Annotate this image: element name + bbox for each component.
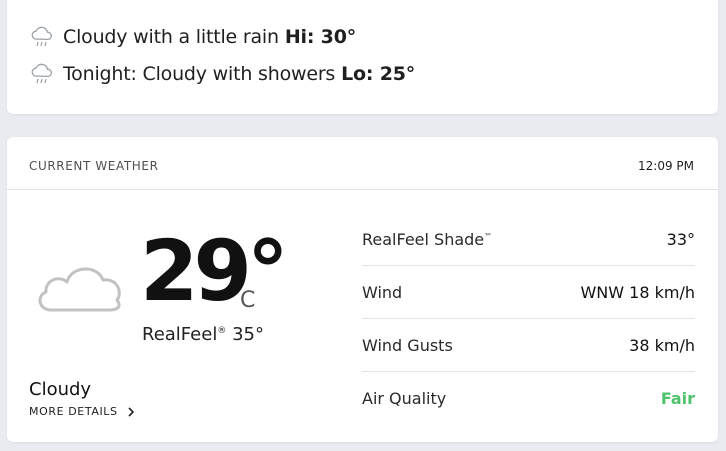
- detail-label: Air Quality: [362, 388, 447, 408]
- detail-row-realfeel-shade: RealFeel Shade™ 33°: [362, 213, 695, 266]
- current-weather-title: CURRENT WEATHER: [29, 159, 159, 173]
- today-forecast-card: Cloudy with a little rain Hi: 30° Tonigh…: [7, 0, 718, 114]
- detail-value: WNW 18 km/h: [580, 282, 695, 302]
- current-weather-card[interactable]: CURRENT WEATHER 12:09 PM 29° C RealFeel®…: [7, 137, 718, 442]
- condition-text: Cloudy: [29, 379, 92, 400]
- detail-label: Wind: [362, 282, 403, 302]
- cloud-icon: [33, 258, 125, 316]
- detail-label: RealFeel Shade™: [362, 229, 493, 249]
- realfeel-label: RealFeel: [142, 324, 218, 345]
- weather-details-list: RealFeel Shade™ 33° Wind WNW 18 km/h Win…: [362, 213, 695, 424]
- rain-cloud-icon: [29, 26, 55, 48]
- chevron-right-icon: [126, 406, 136, 418]
- current-weather-time: 12:09 PM: [638, 159, 694, 173]
- temperature-unit: C: [240, 288, 256, 313]
- air-quality-value: Fair: [660, 388, 695, 408]
- realfeel-line: RealFeel® 35°: [142, 324, 264, 345]
- rain-cloud-icon: [29, 63, 55, 85]
- registered-mark: ®: [217, 326, 227, 336]
- night-forecast-text: Tonight: Cloudy with showers: [63, 63, 336, 85]
- low-temperature: Lo: 25°: [341, 63, 416, 85]
- detail-row-wind-gusts: Wind Gusts 38 km/h: [362, 319, 695, 372]
- detail-row-wind: Wind WNW 18 km/h: [362, 266, 695, 319]
- day-forecast-line: Cloudy with a little rain Hi: 30°: [29, 26, 356, 48]
- more-details-label: MORE DETAILS: [29, 405, 118, 418]
- detail-row-air-quality: Air Quality Fair: [362, 372, 695, 424]
- realfeel-value: 35°: [232, 324, 264, 345]
- more-details-link[interactable]: MORE DETAILS: [29, 405, 136, 418]
- current-weather-header: CURRENT WEATHER 12:09 PM: [7, 137, 718, 190]
- detail-value: 38 km/h: [629, 335, 695, 355]
- night-forecast-line: Tonight: Cloudy with showers Lo: 25°: [29, 63, 415, 85]
- day-forecast-text: Cloudy with a little rain: [63, 26, 279, 48]
- high-temperature: Hi: 30°: [284, 26, 357, 48]
- current-temperature: 29°: [140, 222, 289, 320]
- detail-value: 33°: [666, 229, 695, 249]
- detail-label: Wind Gusts: [362, 335, 453, 355]
